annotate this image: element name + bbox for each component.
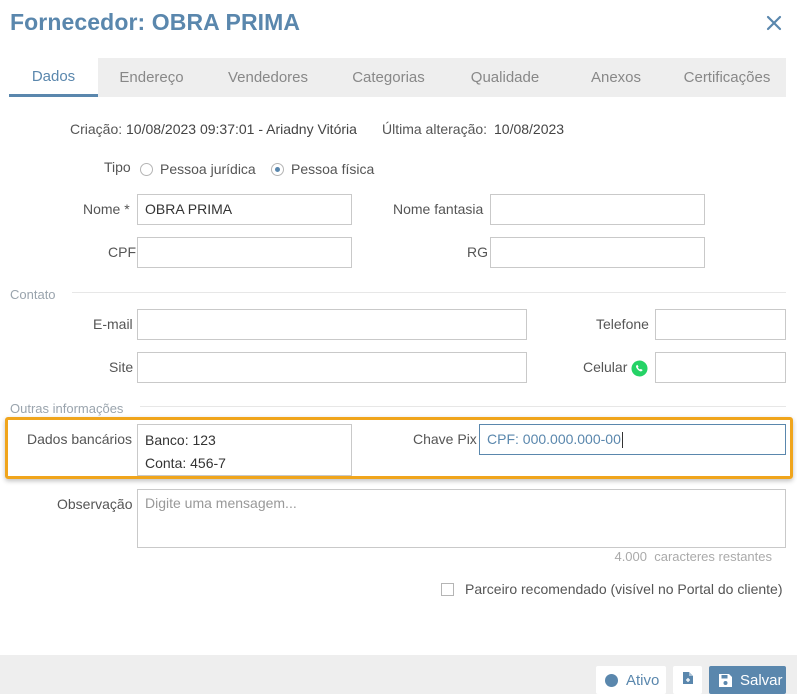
nome-field[interactable]: OBRA PRIMA (137, 194, 352, 225)
site-field[interactable] (137, 352, 527, 383)
telefone-field[interactable] (655, 309, 786, 340)
radio-label-fisica: Pessoa física (291, 161, 375, 177)
status-label: Ativo (626, 671, 660, 689)
tab-bar: Dados Endereço Vendedores Categorias Qua… (9, 58, 786, 97)
email-field[interactable] (137, 309, 527, 340)
creation-label: Criação: (70, 121, 123, 137)
tab-certificacoes[interactable]: Certificações (668, 58, 786, 97)
status-dot-icon (605, 673, 618, 687)
tab-categorias[interactable]: Categorias (331, 58, 446, 97)
whatsapp-icon (631, 360, 648, 377)
email-label: E-mail (93, 316, 133, 332)
highlight-box (5, 417, 793, 479)
celular-label: Celular (583, 359, 628, 375)
save-button[interactable]: Salvar (709, 666, 786, 694)
celular-field[interactable] (655, 352, 786, 383)
chars-remaining: 4.000 caracteres restantes (614, 549, 772, 564)
tab-anexos[interactable]: Anexos (564, 58, 668, 97)
export-button[interactable] (673, 666, 702, 694)
telefone-label: Telefone (596, 316, 649, 332)
tab-qualidade[interactable]: Qualidade (446, 58, 564, 97)
tab-endereco[interactable]: Endereço (98, 58, 205, 97)
nome-label: Nome * (83, 201, 130, 217)
rg-label: RG (467, 244, 488, 260)
cpf-field[interactable] (137, 237, 352, 268)
divider (140, 406, 786, 407)
creation-value: 10/08/2023 09:37:01 - Ariadny Vitória (126, 121, 357, 137)
save-label: Salvar (740, 671, 783, 689)
recommended-checkbox[interactable] (441, 583, 454, 596)
tab-vendedores[interactable]: Vendedores (205, 58, 331, 97)
rg-field[interactable] (490, 237, 705, 268)
close-icon[interactable] (764, 13, 784, 33)
page-title: Fornecedor: OBRA PRIMA (10, 9, 301, 35)
section-contato: Contato (10, 287, 56, 302)
file-icon (682, 671, 694, 689)
tipo-label: Tipo (104, 159, 131, 175)
radio-label-juridica: Pessoa jurídica (160, 161, 256, 177)
fantasia-field[interactable] (490, 194, 705, 225)
floppy-icon (718, 673, 733, 688)
radio-pessoa-fisica[interactable] (271, 163, 284, 176)
fantasia-label: Nome fantasia (393, 201, 484, 217)
tab-dados[interactable]: Dados (9, 58, 98, 97)
observacao-field[interactable]: Digite uma mensagem... (137, 489, 786, 548)
divider (72, 292, 786, 293)
status-button[interactable]: Ativo (596, 666, 666, 694)
section-outras: Outras informações (10, 401, 124, 416)
last-change-value: 10/08/2023 (494, 121, 565, 137)
site-label: Site (109, 359, 134, 375)
recommended-label: Parceiro recomendado (visível no Portal … (465, 581, 783, 597)
obs-label: Observação (57, 496, 133, 512)
last-change-label: Última alteração: (382, 121, 488, 137)
radio-pessoa-juridica[interactable] (140, 163, 153, 176)
cpf-label: CPF (108, 244, 136, 260)
